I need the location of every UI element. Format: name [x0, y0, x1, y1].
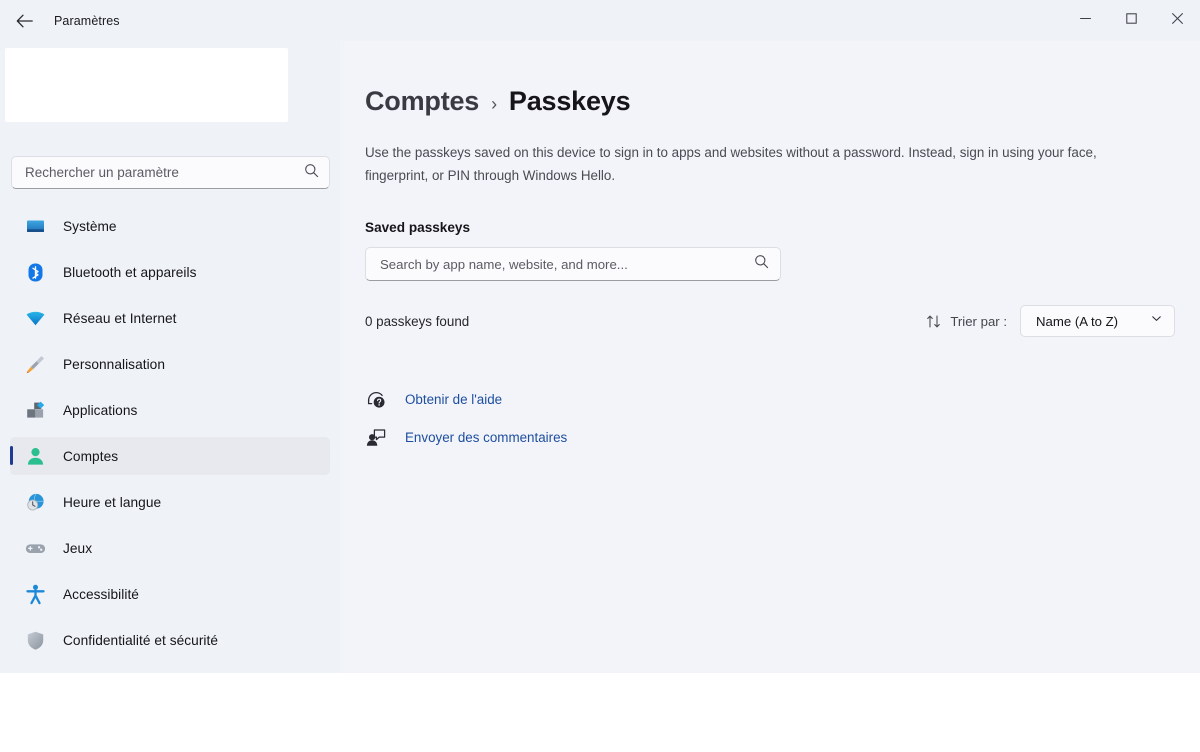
- person-icon: [24, 445, 46, 467]
- bluetooth-icon: [24, 261, 46, 283]
- sort-label: Trier par :: [950, 313, 1007, 329]
- breadcrumb-parent[interactable]: Comptes: [365, 86, 479, 117]
- help-links: Obtenir de l'aide Envoyer des commentair…: [365, 385, 1160, 452]
- paintbrush-icon: [24, 353, 46, 375]
- sidebar-item-heure-langue[interactable]: Heure et langue: [10, 483, 330, 521]
- content-pane: Comptes › Passkeys Use the passkeys save…: [340, 41, 1200, 673]
- breadcrumb: Comptes › Passkeys: [365, 86, 1160, 117]
- get-help-label: Obtenir de l'aide: [405, 392, 503, 407]
- sidebar-item-label: Heure et langue: [63, 494, 162, 510]
- app-title: Paramètres: [54, 13, 120, 28]
- sidebar-item-accessibilite[interactable]: Accessibilité: [10, 575, 330, 613]
- apps-icon: [24, 399, 46, 421]
- send-feedback-label: Envoyer des commentaires: [405, 430, 568, 445]
- sidebar-item-label: Jeux: [63, 540, 93, 556]
- get-help-link[interactable]: Obtenir de l'aide: [365, 385, 502, 414]
- desktop-background: [0, 673, 1200, 752]
- search-input[interactable]: Rechercher un paramètre: [11, 156, 330, 189]
- wifi-icon: [24, 307, 46, 329]
- sort-by-value: Name (A to Z): [1036, 313, 1119, 329]
- shield-icon: [24, 629, 46, 651]
- sidebar-item-systeme[interactable]: Système: [10, 207, 330, 245]
- sidebar-search-wrapper: Rechercher un paramètre: [11, 156, 330, 189]
- back-arrow-icon: [16, 14, 33, 28]
- help-question-icon: [365, 389, 387, 411]
- back-button[interactable]: [7, 6, 41, 36]
- maximize-icon: [1125, 12, 1138, 30]
- sort-arrows-icon: [926, 314, 941, 329]
- settings-window: Paramètres Rechercher un paramètre Systè…: [0, 0, 1200, 673]
- sidebar-item-label: Confidentialité et sécurité: [63, 632, 219, 648]
- maximize-button[interactable]: [1108, 0, 1154, 41]
- breadcrumb-separator-icon: ›: [491, 94, 497, 114]
- search-input-placeholder: Rechercher un paramètre: [25, 165, 179, 180]
- send-feedback-link[interactable]: Envoyer des commentaires: [365, 423, 567, 452]
- sidebar-item-label: Comptes: [63, 448, 119, 464]
- sort-group: Trier par : Name (A to Z): [926, 305, 1175, 337]
- sidebar-nav: Système Bluetooth et appareils Réseau et…: [0, 207, 340, 659]
- passkey-search-placeholder: Search by app name, website, and more...: [380, 256, 628, 272]
- page-title: Passkeys: [508, 86, 631, 116]
- sidebar-item-comptes[interactable]: Comptes: [10, 437, 330, 475]
- monitor-icon: [24, 215, 46, 237]
- sidebar-item-jeux[interactable]: Jeux: [10, 529, 330, 567]
- sidebar-item-applications[interactable]: Applications: [10, 391, 330, 429]
- chevron-down-icon: [1150, 312, 1163, 330]
- search-icon: [304, 163, 319, 183]
- sidebar-item-label: Accessibilité: [63, 586, 139, 602]
- close-icon: [1171, 12, 1184, 30]
- section-title-saved-passkeys: Saved passkeys: [365, 220, 471, 235]
- sidebar-item-confidentialite[interactable]: Confidentialité et sécurité: [10, 621, 330, 659]
- caption-buttons: [1062, 0, 1200, 41]
- sidebar-item-bluetooth[interactable]: Bluetooth et appareils: [10, 253, 330, 291]
- page-description: Use the passkeys saved on this device to…: [365, 145, 1097, 183]
- sidebar-item-label: Réseau et Internet: [63, 310, 177, 326]
- close-button[interactable]: [1154, 0, 1200, 41]
- sidebar-item-label: Bluetooth et appareils: [63, 264, 197, 280]
- results-row: 0 passkeys found Trier par : Name (A to …: [365, 305, 1175, 337]
- passkey-search-input[interactable]: Search by app name, website, and more...: [365, 247, 781, 281]
- minimize-button[interactable]: [1062, 0, 1108, 41]
- sidebar-item-label: Système: [63, 218, 117, 234]
- sort-by-dropdown[interactable]: Name (A to Z): [1020, 305, 1175, 337]
- feedback-person-icon: [365, 427, 387, 449]
- gamepad-icon: [24, 537, 46, 559]
- user-profile-card[interactable]: [5, 48, 288, 122]
- search-icon: [754, 254, 769, 274]
- sidebar-item-label: Personnalisation: [63, 356, 165, 372]
- window-body: Rechercher un paramètre Système Bluetoot…: [0, 41, 1200, 673]
- results-count: 0 passkeys found: [365, 313, 470, 329]
- sidebar-item-personnalisation[interactable]: Personnalisation: [10, 345, 330, 383]
- title-bar: Paramètres: [0, 0, 1200, 41]
- clock-globe-icon: [24, 491, 46, 513]
- minimize-icon: [1079, 12, 1092, 30]
- sidebar: Rechercher un paramètre Système Bluetoot…: [0, 41, 340, 673]
- sidebar-item-reseau[interactable]: Réseau et Internet: [10, 299, 330, 337]
- sidebar-item-label: Applications: [63, 402, 138, 418]
- accessibility-icon: [24, 583, 46, 605]
